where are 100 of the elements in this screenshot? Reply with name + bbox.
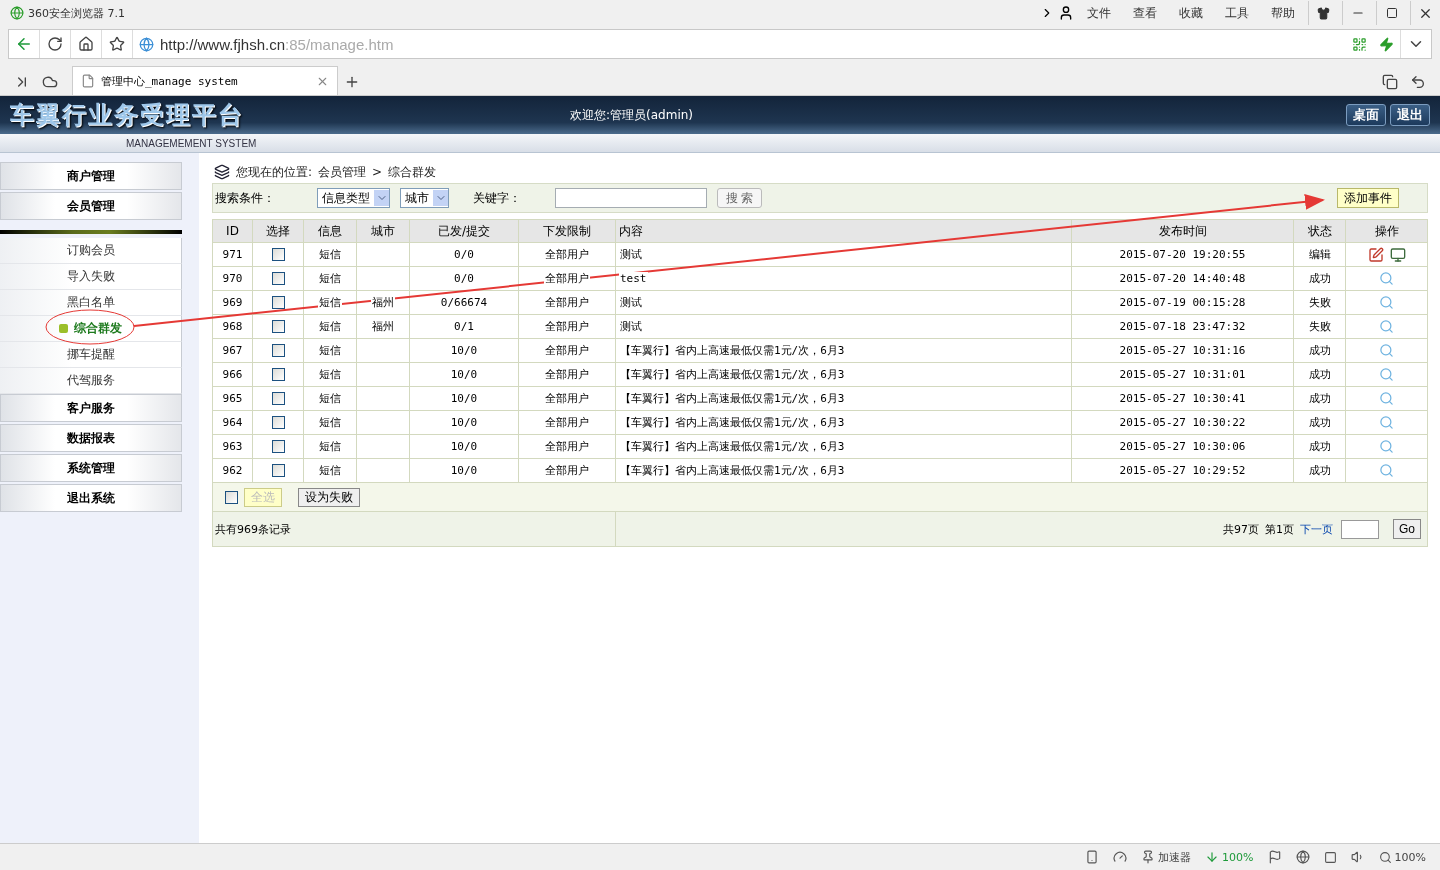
qr-code-icon bbox=[1352, 36, 1367, 52]
table-cell: 短信 bbox=[303, 242, 357, 267]
globe-icon bbox=[1295, 850, 1310, 864]
column-header: 内容 bbox=[615, 219, 1072, 243]
sidebar-group[interactable]: 系统管理 bbox=[0, 454, 182, 482]
filter-select[interactable]: 信息类型 bbox=[317, 188, 390, 208]
table-cell: 0/0 bbox=[409, 242, 519, 267]
search-button[interactable]: 搜 索 bbox=[717, 188, 763, 208]
table-cell: 967 bbox=[212, 338, 253, 363]
menu-item[interactable]: 帮助 bbox=[1262, 4, 1304, 22]
sidebar-item[interactable]: 代驾服务 bbox=[0, 368, 182, 394]
sidebar-group[interactable]: 商户管理 bbox=[0, 162, 182, 190]
page-field[interactable] bbox=[1341, 519, 1379, 539]
table-cell: 10/0 bbox=[409, 434, 519, 459]
current-page: 第1页 bbox=[1265, 521, 1294, 537]
header-button[interactable]: 桌面 bbox=[1346, 104, 1386, 126]
next-page-link[interactable]: 下一页 bbox=[1300, 521, 1333, 537]
browser-tab[interactable]: 管理中心_manage system bbox=[72, 66, 338, 95]
row-checkbox[interactable] bbox=[271, 248, 285, 262]
header-button[interactable]: 退出 bbox=[1390, 104, 1430, 126]
keyword-label: 关键字： bbox=[473, 189, 522, 207]
sidebar-item[interactable]: 综合群发 bbox=[0, 316, 182, 342]
sidebar-group[interactable]: 数据报表 bbox=[0, 424, 182, 452]
row-checkbox[interactable] bbox=[271, 464, 285, 478]
sidebar-group[interactable]: 会员管理 bbox=[0, 192, 182, 220]
lightning-icon bbox=[1379, 36, 1394, 52]
menu-item[interactable]: 查看 bbox=[1124, 4, 1166, 22]
phone-icon bbox=[1085, 850, 1100, 864]
sidebar-group[interactable]: 客户服务 bbox=[0, 394, 182, 422]
row-checkbox[interactable] bbox=[271, 320, 285, 334]
table-cell: 全部用户 bbox=[518, 362, 616, 387]
table-cell: 2015-05-27 10:30:06 bbox=[1071, 434, 1294, 459]
table-cell: 【车翼行】省内上高速最低仅需1元/次，6月3 bbox=[615, 434, 1072, 459]
keyword-field[interactable] bbox=[555, 188, 707, 208]
sidebar-item[interactable]: 订购会员 bbox=[0, 238, 182, 264]
undo-icon bbox=[1410, 74, 1426, 90]
row-checkbox[interactable] bbox=[271, 296, 285, 310]
table-cell: 福州 bbox=[356, 314, 410, 339]
shirt-icon bbox=[1317, 6, 1330, 20]
copy-icon bbox=[1382, 74, 1398, 90]
table-cell: 全部用户 bbox=[518, 386, 616, 411]
sidebar-item[interactable]: 挪车提醒 bbox=[0, 342, 182, 368]
table-cell: 【车翼行】省内上高速最低仅需1元/次，6月3 bbox=[615, 338, 1072, 363]
table-cell: 2015-05-27 10:30:41 bbox=[1071, 386, 1294, 411]
column-header: 发布时间 bbox=[1071, 219, 1294, 243]
sidebar-item[interactable]: 黑白名单 bbox=[0, 290, 182, 316]
zoom-level[interactable]: 100% bbox=[1394, 850, 1426, 864]
add-event-button[interactable]: 添加事件 bbox=[1337, 188, 1399, 208]
table-cell: 全部用户 bbox=[518, 410, 616, 435]
row-checkbox[interactable] bbox=[271, 416, 285, 430]
row-checkbox[interactable] bbox=[271, 344, 285, 358]
table-cell: 2015-07-19 00:15:28 bbox=[1071, 290, 1294, 315]
menu-item[interactable]: 工具 bbox=[1216, 4, 1258, 22]
browser-logo-icon bbox=[10, 6, 24, 20]
table-cell: 10/0 bbox=[409, 362, 519, 387]
breadcrumb-label: 您现在的位置: bbox=[236, 163, 313, 181]
table-cell: 成功 bbox=[1293, 386, 1346, 411]
table-cell: 全部用户 bbox=[518, 434, 616, 459]
sidebar-group[interactable]: 退出系统 bbox=[0, 484, 182, 512]
table-cell: 全部用户 bbox=[518, 242, 616, 267]
menu-item[interactable]: 文件 bbox=[1078, 4, 1120, 22]
filter-select[interactable]: 城市 bbox=[400, 188, 449, 208]
table-cell: 成功 bbox=[1293, 338, 1346, 363]
table-cell: 【车翼行】省内上高速最低仅需1元/次，6月3 bbox=[615, 386, 1072, 411]
gauge-icon bbox=[1113, 850, 1128, 864]
search-label: 搜索条件： bbox=[215, 189, 276, 207]
table-cell: 失败 bbox=[1293, 290, 1346, 315]
column-header: ID bbox=[212, 219, 253, 243]
mark-failed-button[interactable]: 设为失败 bbox=[298, 487, 360, 507]
home-icon bbox=[78, 36, 94, 52]
sidebar-item[interactable]: 导入失败 bbox=[0, 264, 182, 290]
edit-icon[interactable] bbox=[1367, 246, 1384, 263]
table-cell: 【车翼行】省内上高速最低仅需1元/次，6月3 bbox=[615, 410, 1072, 435]
table-cell: 970 bbox=[212, 266, 253, 291]
select-all-checkbox[interactable] bbox=[225, 490, 238, 504]
table-cell: 成功 bbox=[1293, 458, 1346, 483]
table-cell: 0/0 bbox=[409, 266, 519, 291]
row-checkbox[interactable] bbox=[271, 392, 285, 406]
table-cell: 福州 bbox=[356, 290, 410, 315]
monitor-icon[interactable] bbox=[1389, 246, 1406, 263]
go-button[interactable]: Go bbox=[1393, 519, 1421, 539]
table-cell: 测试 bbox=[615, 314, 1072, 339]
row-checkbox[interactable] bbox=[271, 368, 285, 382]
site-logo: 车翼行业务受理平台 bbox=[10, 99, 245, 131]
column-header: 选择 bbox=[252, 219, 304, 243]
table-cell: 编辑 bbox=[1293, 242, 1346, 267]
record-count: 共有969条记录 bbox=[215, 521, 291, 537]
refresh-icon bbox=[47, 36, 63, 52]
menu-item[interactable]: 收藏 bbox=[1170, 4, 1212, 22]
table-cell: 0/66674 bbox=[409, 290, 519, 315]
page-icon bbox=[81, 74, 95, 88]
breadcrumb-item: 会员管理 bbox=[318, 163, 367, 181]
accelerator-label[interactable]: 加速器 bbox=[1158, 849, 1192, 865]
row-checkbox[interactable] bbox=[271, 440, 285, 454]
row-checkbox[interactable] bbox=[271, 272, 285, 286]
table-cell: 短信 bbox=[303, 410, 357, 435]
table-cell: 964 bbox=[212, 410, 253, 435]
breadcrumb-separator: > bbox=[372, 165, 383, 179]
star-icon bbox=[109, 36, 125, 52]
table-cell: 短信 bbox=[303, 386, 357, 411]
